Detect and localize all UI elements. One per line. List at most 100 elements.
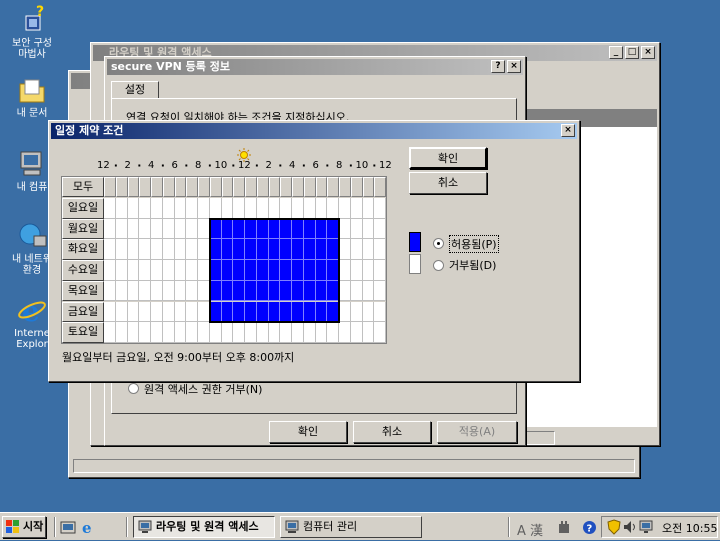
help-icon[interactable]: ? [582,520,597,538]
schedule-cell[interactable] [127,198,140,219]
schedule-close-button[interactable]: × [561,124,575,137]
hour-column-header[interactable] [221,177,234,197]
schedule-cell[interactable] [139,322,151,343]
hour-column-header[interactable] [186,177,198,197]
schedule-cell[interactable] [127,301,140,323]
close-button[interactable]: × [641,46,655,59]
clock[interactable]: 오전 10:55 [662,520,717,536]
schedule-cell[interactable] [339,322,351,343]
schedule-cell[interactable] [268,198,281,219]
schedule-cell[interactable] [339,198,351,219]
vpn-close-button[interactable]: × [507,60,521,73]
schedule-cell[interactable] [350,280,363,302]
schedule-cell[interactable] [374,198,386,219]
schedule-cell[interactable] [374,239,386,261]
schedule-cell[interactable] [174,260,187,281]
schedule-cell[interactable] [362,218,375,240]
hour-column-header[interactable] [139,177,151,197]
hour-column-header[interactable] [268,177,281,197]
schedule-cell[interactable] [151,198,163,219]
schedule-cell[interactable] [174,322,187,343]
maximize-button[interactable]: □ [625,46,639,59]
schedule-cell[interactable] [104,218,116,240]
start-button[interactable]: 시작 [2,516,46,538]
hour-column-header[interactable] [115,177,128,197]
schedule-cell[interactable] [292,198,304,219]
schedule-cell[interactable] [139,198,151,219]
denied-radio[interactable] [433,260,444,271]
hour-column-header[interactable] [339,177,351,197]
schedule-cell[interactable] [362,239,375,261]
permitted-radio[interactable] [433,238,444,249]
minimize-button[interactable]: _ [609,46,623,59]
schedule-cell[interactable] [115,218,128,240]
schedule-cell[interactable] [245,198,257,219]
security-wizard-desktop-icon[interactable]: ? 보안 구성 마법사 [0,4,64,60]
schedule-cell[interactable] [151,239,163,261]
schedule-cell[interactable] [362,322,375,343]
schedule-cell[interactable] [350,198,363,219]
hour-column-header[interactable] [127,177,140,197]
schedule-cell[interactable] [186,218,198,240]
schedule-cell[interactable] [374,218,386,240]
hour-column-header[interactable] [292,177,304,197]
hour-column-header[interactable] [209,177,222,197]
day-row-header[interactable]: 토요일 [62,322,104,343]
schedule-cell[interactable] [245,322,257,343]
schedule-cell[interactable] [374,280,386,302]
schedule-cell[interactable] [151,280,163,302]
schedule-cell[interactable] [186,280,198,302]
schedule-cell[interactable] [256,322,269,343]
volume-icon[interactable] [623,520,637,537]
schedule-cell[interactable] [174,301,187,323]
schedule-cell[interactable] [174,280,187,302]
schedule-cell[interactable] [303,322,316,343]
hour-column-header[interactable] [362,177,375,197]
vpn-cancel-button[interactable]: 취소 [353,421,431,443]
my-documents-desktop-icon[interactable]: 내 문서 [0,74,64,119]
schedule-cell[interactable] [115,198,128,219]
schedule-cell[interactable] [151,301,163,323]
schedule-cell[interactable] [198,198,210,219]
schedule-cell[interactable] [292,322,304,343]
schedule-cell[interactable] [268,322,281,343]
hour-column-header[interactable] [245,177,257,197]
hour-column-header[interactable] [198,177,210,197]
schedule-cell[interactable] [139,239,151,261]
hour-column-header[interactable] [327,177,339,197]
schedule-cell[interactable] [233,322,245,343]
schedule-cell[interactable] [139,301,151,323]
schedule-cell[interactable] [186,239,198,261]
day-row-header[interactable]: 화요일 [62,239,104,261]
ime-tools-icon[interactable] [556,520,572,539]
schedule-cell[interactable] [362,280,375,302]
day-row-header[interactable]: 수요일 [62,260,104,281]
schedule-cell[interactable] [151,218,163,240]
hour-column-header[interactable] [280,177,292,197]
hour-column-header[interactable] [233,177,245,197]
network-tray-icon[interactable] [639,520,653,537]
schedule-cell[interactable] [374,260,386,281]
schedule-cell[interactable] [374,322,386,343]
schedule-cell[interactable] [186,198,198,219]
select-all-button[interactable]: 모두 [62,177,104,197]
schedule-cell[interactable] [127,280,140,302]
schedule-cell[interactable] [256,198,269,219]
schedule-cell[interactable] [315,322,328,343]
schedule-cell[interactable] [104,280,116,302]
schedule-cell[interactable] [162,218,175,240]
schedule-cell[interactable] [115,301,128,323]
schedule-cell[interactable] [151,322,163,343]
schedule-cell[interactable] [339,260,351,281]
tab-settings[interactable]: 설정 [111,81,159,99]
schedule-cell[interactable] [350,322,363,343]
schedule-cell[interactable] [174,198,187,219]
schedule-cell[interactable] [233,198,245,219]
schedule-cell[interactable] [280,322,292,343]
show-desktop-icon[interactable] [60,520,76,539]
vpn-ok-button[interactable]: 확인 [269,421,347,443]
day-row-header[interactable]: 금요일 [62,301,104,323]
schedule-cell[interactable] [151,260,163,281]
ie-quicklaunch-icon[interactable]: e [80,519,96,538]
schedule-cell[interactable] [221,322,234,343]
